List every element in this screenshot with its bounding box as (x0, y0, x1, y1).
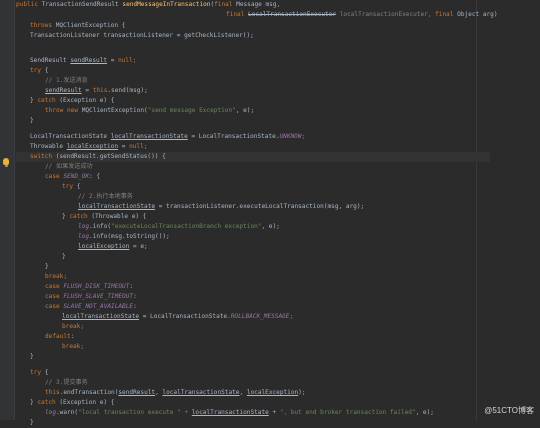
code-line: log.warn("local transaction execute " + … (45, 409, 434, 416)
code-line: case FLUSH_DISK_TIMEOUT: (45, 283, 134, 290)
code-line: log.info(msg.toString()); (78, 233, 170, 240)
editor-gutter (0, 0, 15, 420)
right-margin-guide (476, 0, 477, 420)
code-line: break; (62, 343, 85, 350)
lightbulb-icon[interactable] (3, 158, 9, 167)
code-line: SendResult sendResult = null; (30, 57, 137, 64)
code-line: case SLAVE_NOT_AVAILABLE: (45, 303, 137, 310)
code-line: public TransactionSendResult sendMessage… (16, 1, 281, 8)
site-watermark: @51CTO博客 (484, 406, 534, 415)
code-line: log.info("executeLocalTransactionBranch … (78, 223, 280, 230)
code-line: sendResult = this.send(msg); (45, 87, 148, 94)
code-comment: // 如果发送成功 (45, 163, 93, 170)
code-editor[interactable]: public TransactionSendResult sendMessage… (0, 0, 540, 426)
code-line: case FLUSH_SLAVE_TIMEOUT: (45, 293, 137, 300)
code-line: LocalTransactionState localTransactionSt… (30, 133, 306, 140)
code-line: break; (62, 323, 85, 330)
code-line: throw new MQClientException("send messag… (45, 107, 255, 114)
code-line: default: (45, 333, 75, 340)
code-line: } catch (Exception e) { (30, 399, 115, 406)
code-line: } (30, 117, 34, 124)
code-line: } catch (Exception e) { (30, 97, 115, 104)
code-line: this.endTransaction(sendResult, localTra… (45, 389, 306, 396)
code-comment: // 3.提交事务 (45, 379, 88, 386)
code-line: Throwable localException = null; (30, 143, 148, 150)
code-line: try { (30, 369, 49, 376)
code-line: case SEND_OK: { (45, 173, 101, 180)
code-line: localException = e; (78, 243, 148, 250)
code-line: break; (45, 273, 68, 280)
code-line: try { (62, 183, 81, 190)
code-comment: // 2.执行本地事务 (78, 193, 133, 200)
code-comment: // 1.发送消息 (45, 77, 88, 84)
code-line: } (45, 263, 49, 270)
code-line-current: switch (sendResult.getSendStatus()) { (16, 152, 490, 162)
code-line: localTransactionState = LocalTransaction… (62, 313, 294, 320)
code-line: } (30, 353, 34, 360)
code-line: TransactionListener transactionListener … (30, 32, 254, 39)
code-line: } (62, 253, 66, 260)
code-line: throws MQClientException { (30, 22, 126, 29)
code-line: final LocalTransactionExecuter localTran… (226, 11, 498, 18)
code-line: localTransactionState = transactionListe… (78, 203, 365, 210)
code-line: try { (30, 67, 49, 74)
code-line: } catch (Throwable e) { (62, 213, 147, 220)
